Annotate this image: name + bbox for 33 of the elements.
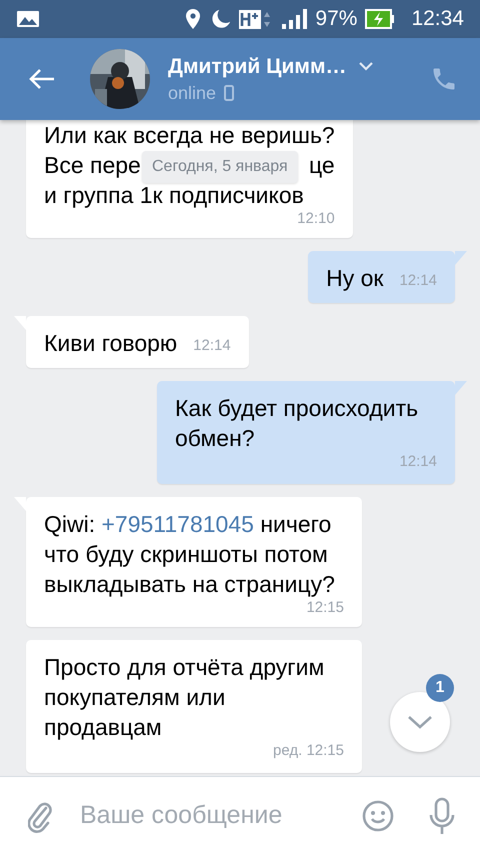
message-bubble[interactable]: Просто для отчёта другим покупателям или продавцам ред. 12:15: [26, 640, 362, 773]
message-time: ред. 12:15: [273, 742, 344, 761]
chevron-down-icon[interactable]: [358, 62, 372, 71]
scroll-down-button[interactable]: [390, 692, 450, 752]
message-text: Или как всегда не веришь?: [44, 121, 335, 150]
contact-name[interactable]: Дмитрий Цимм…: [168, 54, 346, 78]
moon-icon: [211, 8, 232, 30]
message-time: 12:15: [306, 599, 344, 617]
message-text: це: [309, 151, 335, 180]
message-text: Как будет происходить обмен?: [175, 394, 420, 453]
message-time: 12:10: [297, 210, 335, 228]
message-time: 12:14: [399, 272, 437, 291]
message-time: 12:14: [399, 453, 437, 472]
gallery-icon: [16, 10, 40, 28]
message-time: 12:14: [193, 337, 231, 356]
chevron-down-icon: [407, 715, 433, 729]
phone-link[interactable]: +79511781045: [102, 511, 254, 537]
message-text: и группа 1к подписчиков: [44, 181, 304, 210]
message-text: Киви говорю: [44, 329, 178, 358]
signal-icon: [281, 8, 308, 30]
battery-percent: 97%: [315, 7, 358, 31]
battery-charging-icon: [365, 9, 396, 29]
message-text: Qiwi: +79511781045 ничего что буду скриншоты потом выкладывать на страницу?: [44, 511, 335, 597]
phone-device-icon: [224, 85, 234, 101]
clock: 12:34: [411, 7, 464, 31]
message-text: Ну ок: [326, 264, 384, 293]
message-text: Все пере: [44, 151, 141, 180]
online-status: online: [168, 82, 216, 104]
back-arrow-icon[interactable]: [28, 67, 56, 91]
microphone-icon[interactable]: [428, 796, 456, 834]
message-text: Просто для отчёта другим покупателям или продавцам: [44, 653, 326, 742]
unread-badge: 1: [426, 674, 454, 702]
smiley-icon[interactable]: [362, 800, 394, 832]
